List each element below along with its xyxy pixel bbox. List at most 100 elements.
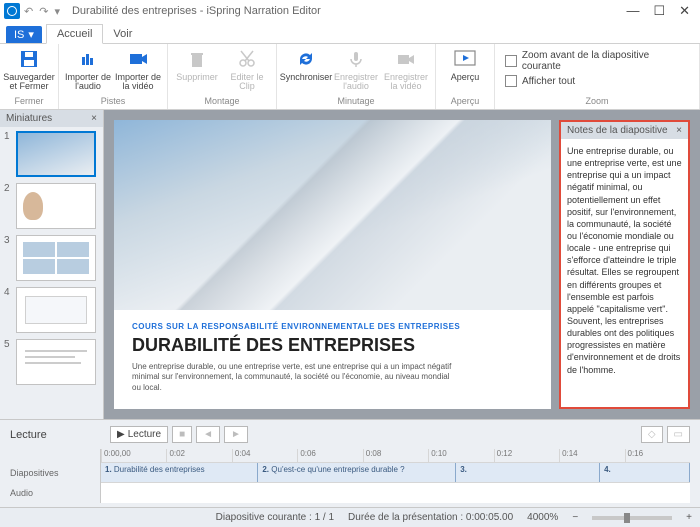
ribbon-group-editing: Supprimer Editer le Clip Montage [168,44,277,109]
slide-headline: DURABILITÉ DES ENTREPRISES [132,335,533,356]
clip-4[interactable]: 4. [600,463,690,482]
video-icon [127,48,149,70]
panel-close-icon[interactable]: × [91,113,97,124]
close-button[interactable]: ✕ [679,3,690,19]
thumbnails-list[interactable]: 1 2 3 4 5 [0,127,103,419]
delete-button: Supprimer [172,46,222,82]
preview-icon [454,48,476,70]
record-video-label: Enregistrer la vidéo [381,73,431,92]
ribbon-group-zoom: Zoom avant de la diapositive courante Af… [495,44,700,109]
window-title: Durabilité des entreprises - iSpring Nar… [72,5,321,17]
slide-body: Une entreprise durable, ou une entrepris… [132,362,452,393]
chevron-down-icon: ▾ [28,28,34,41]
scissors-icon [236,48,258,70]
ribbon-group-preview: Aperçu Aperçu [436,44,495,109]
edit-clip-label: Editer le Clip [222,73,272,92]
zoom-fit-button[interactable]: Zoom avant de la diapositive courante [505,50,689,72]
timeline-ruler[interactable]: 0:00,000:020:040:060:080:100:120:140:16 [101,449,690,463]
content-area: Miniatures × 1 2 3 4 5 COURS SUR LA RESP… [0,110,700,419]
ribbon-tabs: IS ▾ Accueil Voir [0,22,700,44]
sync-button[interactable]: Synchroniser [281,46,331,82]
thumbnail-4[interactable]: 4 [4,287,99,333]
slides-track[interactable]: 1. Durabilité des entreprises 2. Qu'est-… [101,463,690,483]
playback-label: Lecture [10,429,100,441]
app-menu-button[interactable]: IS ▾ [6,26,42,43]
thumbnail-3[interactable]: 3 [4,235,99,281]
sync-label: Synchroniser [280,73,333,82]
notes-panel: Notes de la diapositive × Une entreprise… [559,120,690,409]
track-label-audio: Audio [10,483,100,503]
slide-hero-image [114,120,551,310]
minimize-button[interactable]: — [626,3,639,19]
slide-text-block: COURS SUR LA RESPONSABILITÉ ENVIRONNEMEN… [114,310,551,409]
ribbon: Sauvegarder et Fermer Fermer Importer de… [0,44,700,110]
tl-extra1-button[interactable]: ◇ [641,426,663,443]
save-close-label: Sauvegarder et Fermer [3,73,55,92]
group-label-preview: Aperçu [451,96,480,107]
play-icon: ▶ [117,429,125,440]
app-menu-label: IS [14,29,24,41]
zoom-showall-button[interactable]: Afficher tout [505,75,689,87]
record-video-button: Enregistrer la vidéo [381,46,431,92]
notes-close-icon[interactable]: × [676,125,682,136]
zoom-slider[interactable] [592,516,672,520]
notes-header: Notes de la diapositive × [561,122,688,139]
zoom-in-button[interactable]: + [686,512,692,523]
play-button[interactable]: ▶Lecture [110,426,168,443]
slide-eyebrow: COURS SUR LA RESPONSABILITÉ ENVIRONNEMEN… [132,322,533,331]
ribbon-group-timing: Synchroniser Enregistrer l'audio Enregis… [277,44,436,109]
status-bar: Diapositive courante : 1 / 1 Durée de la… [0,507,700,527]
ribbon-group-close: Sauvegarder et Fermer Fermer [0,44,59,109]
thumbnails-title: Miniatures [6,113,52,124]
tab-home[interactable]: Accueil [46,24,103,44]
status-current-slide: Diapositive courante : 1 / 1 [216,512,334,523]
audio-track[interactable] [101,483,690,503]
thumbnail-2[interactable]: 2 [4,183,99,229]
import-video-button[interactable]: Importer de la vidéo [113,46,163,92]
record-audio-label: Enregistrer l'audio [331,73,381,92]
group-label-timing: Minutage [337,96,374,107]
app-icon [4,3,20,19]
delete-label: Supprimer [176,73,218,82]
play-label: Lecture [128,429,161,440]
clip-3[interactable]: 3. [456,463,600,482]
slide-preview: COURS SUR LA RESPONSABILITÉ ENVIRONNEMEN… [114,120,551,409]
save-close-button[interactable]: Sauvegarder et Fermer [4,46,54,92]
notes-title: Notes de la diapositive [567,125,668,136]
stop-button[interactable]: ■ [172,426,192,443]
status-duration: Durée de la présentation : 0:00:05.00 [348,512,513,523]
group-label-zoom: Zoom [585,96,608,107]
notes-text[interactable]: Une entreprise durable, ou une entrepris… [561,139,688,407]
group-label-tracks: Pistes [101,96,126,107]
maximize-button[interactable]: ☐ [653,3,665,19]
thumbnails-header: Miniatures × [0,110,103,127]
redo-icon[interactable]: ↷ [39,5,48,18]
zoom-slider-knob[interactable] [624,513,630,523]
prev-button[interactable]: ◄ [196,426,220,443]
import-audio-label: Importer de l'audio [63,73,113,92]
next-button[interactable]: ► [224,426,248,443]
qat-dropdown-icon[interactable]: ▾ [54,5,60,18]
timeline-tracks: Diapositives Audio 0:00,000:020:040:060:… [10,449,690,503]
clip-2[interactable]: 2. Qu'est-ce qu'une entreprise durable ? [258,463,456,482]
zoom-all-icon [505,75,517,87]
sync-icon [295,48,317,70]
tl-extra2-button[interactable]: ▭ [667,426,690,443]
clip-1[interactable]: 1. Durabilité des entreprises [101,463,258,482]
window-controls: — ☐ ✕ [626,3,696,19]
group-label-close: Fermer [15,96,44,107]
zoom-out-button[interactable]: − [572,512,578,523]
tab-view[interactable]: Voir [103,25,142,43]
import-audio-button[interactable]: Importer de l'audio [63,46,113,92]
timeline-panel: Lecture ▶Lecture ■ ◄ ► ◇ ▭ Diapositives … [0,419,700,507]
zoom-fit-label: Zoom avant de la diapositive courante [522,50,689,72]
thumbnail-1[interactable]: 1 [4,131,99,177]
mic-icon [345,48,367,70]
record-audio-button: Enregistrer l'audio [331,46,381,92]
audio-icon [77,48,99,70]
quick-access-toolbar: ↶ ↷ ▾ [24,5,60,18]
thumbnail-5[interactable]: 5 [4,339,99,385]
group-label-editing: Montage [204,96,239,107]
undo-icon[interactable]: ↶ [24,5,33,18]
preview-button[interactable]: Aperçu [440,46,490,82]
